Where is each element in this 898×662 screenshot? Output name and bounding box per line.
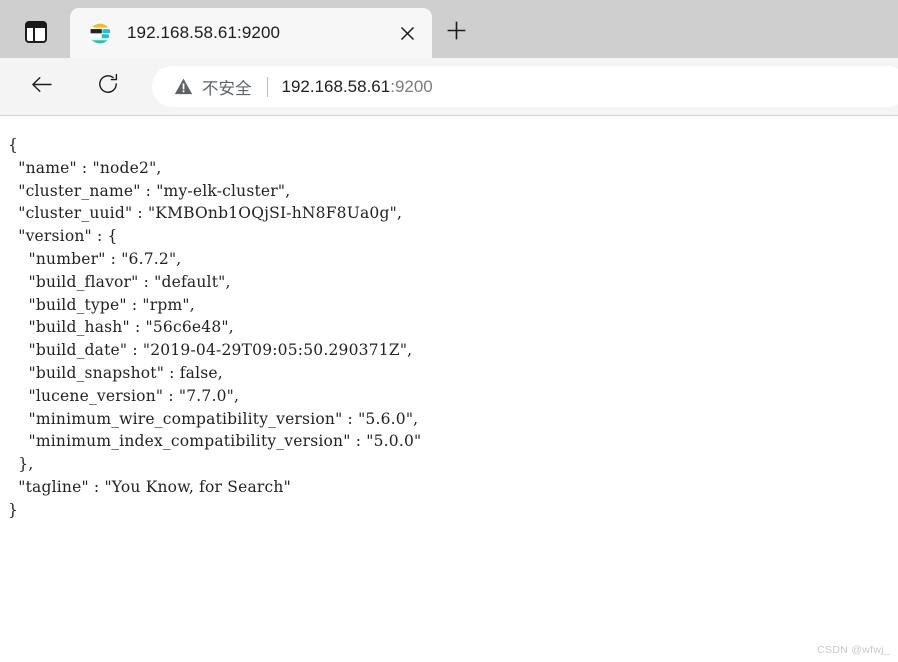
url-host: 192.168.58.61 [281, 76, 391, 96]
new-tab-button[interactable] [438, 15, 474, 51]
url-port: :9200 [390, 76, 433, 96]
reload-button[interactable] [88, 67, 128, 107]
tab-title: 192.168.58.61:9200 [127, 23, 281, 42]
omnibox-divider [266, 76, 268, 97]
back-arrow-icon [29, 72, 54, 102]
plus-icon [446, 20, 467, 46]
tab-actions-icon [25, 21, 47, 43]
csdn-watermark: CSDN @wfwj_ [817, 644, 890, 656]
address-bar[interactable]: 不安全 192.168.58.61 :9200 [152, 66, 898, 107]
close-icon[interactable] [390, 16, 424, 50]
browser-tab[interactable]: 192.168.58.61:9200 [70, 8, 432, 58]
security-status-label: 不安全 [202, 79, 252, 98]
tab-actions-button[interactable] [14, 13, 58, 51]
page-content: { "name" : "node2", "cluster_name" : "my… [0, 116, 898, 662]
browser-window: 192.168.58.61:9200 不安全 192.168.58.61:92… [0, 0, 898, 662]
tab-strip: 192.168.58.61:9200 [0, 0, 898, 58]
elasticsearch-json-response: { "name" : "node2", "cluster_name" : "my… [8, 136, 422, 519]
browser-toolbar: 不安全 192.168.58.61 :9200 [0, 58, 898, 116]
back-button[interactable] [21, 67, 61, 107]
elasticsearch-favicon-icon [88, 21, 113, 46]
reload-icon [96, 72, 120, 101]
warning-triangle-icon [174, 77, 193, 96]
